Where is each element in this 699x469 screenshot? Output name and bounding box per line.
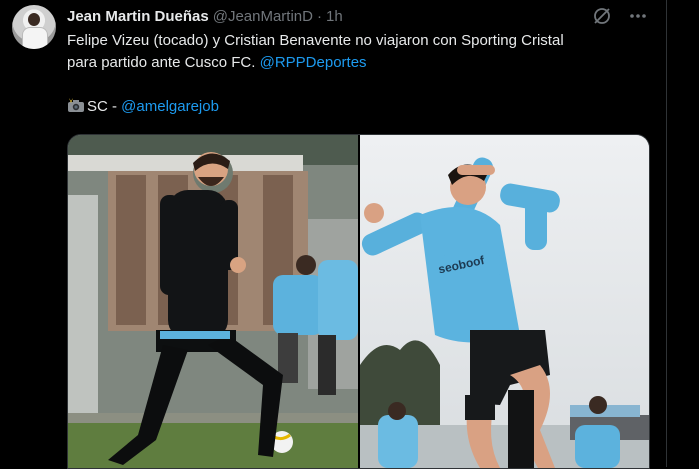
right-column-divider: [666, 0, 667, 467]
camera-flash-icon: [68, 98, 84, 112]
tweet-text-line-2: para partido ante Cusco FC. @RPPDeportes: [67, 54, 367, 71]
photo-left[interactable]: [68, 135, 358, 468]
grok-icon[interactable]: [591, 5, 613, 27]
author-name[interactable]: Jean Martin Dueñas: [67, 8, 209, 25]
photo-credit: SC - @amelgarejob: [67, 96, 657, 118]
tweet-header: Jean Martin Dueñas @JeanMartinD · 1h: [67, 6, 343, 26]
tweet-text: Felipe Vizeu (tocado) y Cristian Benaven…: [67, 30, 657, 118]
mention-rpp[interactable]: @RPPDeportes: [260, 54, 367, 71]
separator-dot: ·: [316, 7, 322, 25]
post-time[interactable]: 1h: [326, 8, 343, 25]
author-handle[interactable]: @JeanMartinD: [213, 8, 313, 25]
tweet-actions: [591, 5, 649, 27]
mention-credit[interactable]: @amelgarejob: [121, 98, 219, 115]
media-grid: seoboof: [67, 134, 650, 469]
author-avatar[interactable]: [12, 5, 56, 49]
tweet-text-line-1: Felipe Vizeu (tocado) y Cristian Benaven…: [67, 32, 564, 49]
more-icon[interactable]: [627, 5, 649, 27]
photo-right[interactable]: seoboof: [360, 135, 649, 468]
